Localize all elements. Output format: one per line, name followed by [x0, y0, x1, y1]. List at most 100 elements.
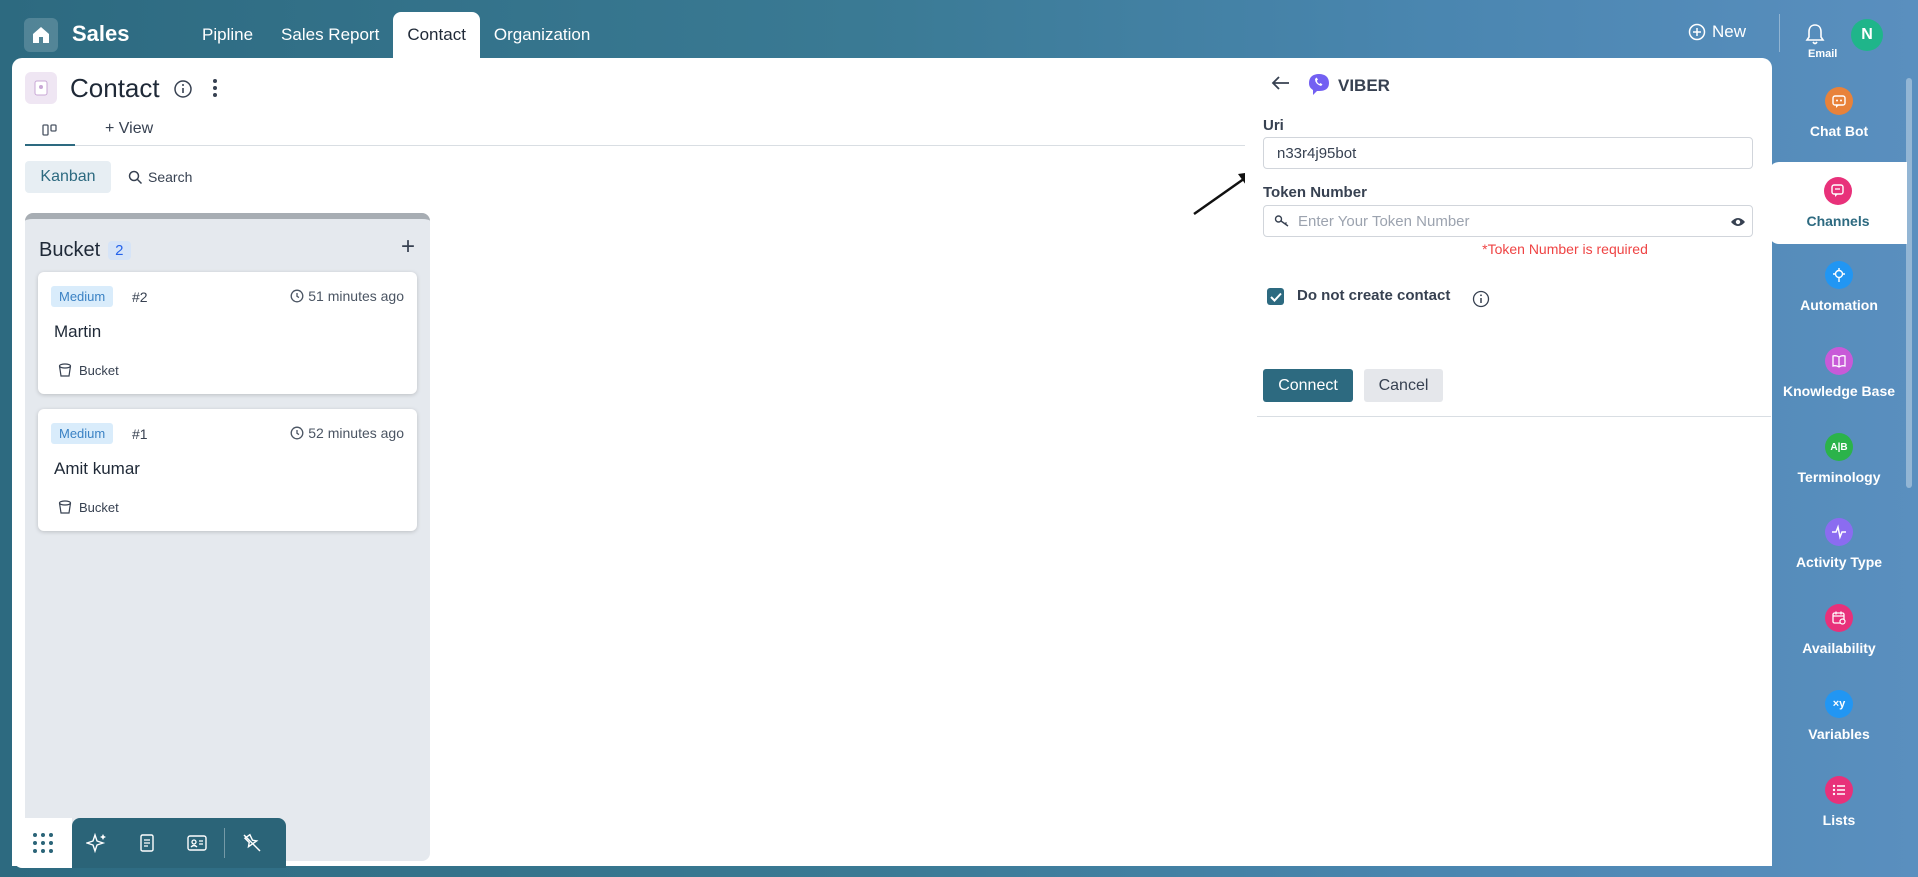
info-icon[interactable] — [173, 79, 193, 104]
priority-badge: Medium — [51, 423, 114, 444]
apps-grid-button[interactable] — [14, 818, 72, 868]
search-button[interactable]: Search — [128, 169, 192, 185]
rail-item-knowledge-base[interactable]: Knowledge Base — [1771, 332, 1907, 414]
user-avatar[interactable]: N — [1851, 19, 1883, 51]
card-bucket-tag: Bucket — [57, 499, 119, 515]
unpin-button[interactable] — [227, 832, 277, 854]
kanban-button[interactable]: Kanban — [25, 161, 111, 193]
toolbar-divider — [224, 828, 225, 858]
panel-title: VIBER — [1338, 76, 1390, 95]
nav-contact[interactable]: Contact — [393, 12, 480, 58]
rail-item-label: Activity Type — [1795, 554, 1883, 570]
rail-item-label: Variables — [1808, 726, 1870, 742]
bucket-header: Bucket 2 — [39, 239, 131, 262]
contact-card-button[interactable] — [172, 834, 222, 852]
rail-item-activity-type[interactable]: Activity Type — [1771, 503, 1907, 585]
notification-button[interactable] — [1804, 22, 1826, 51]
card-time: 51 minutes ago — [290, 288, 404, 304]
cancel-button[interactable]: Cancel — [1364, 369, 1443, 402]
rail-item-lists[interactable]: Lists — [1771, 761, 1907, 843]
document-icon — [140, 834, 154, 852]
panel-divider — [1257, 416, 1771, 417]
nav-organization[interactable]: Organization — [480, 12, 604, 58]
sparkle-icon — [86, 832, 106, 854]
bucket-icon — [58, 500, 72, 514]
bucket-count-badge: 2 — [108, 241, 131, 260]
clock-icon — [290, 289, 304, 303]
rail-item-label: Automation — [1800, 297, 1878, 313]
bucket-icon — [58, 363, 72, 377]
viber-channel-panel: VIBER Uri n33r4j95bot Token Number Enter… — [1245, 58, 1771, 866]
card-contact-name: Martin — [54, 322, 102, 341]
kanban-card[interactable]: Medium #2 51 minutes ago Martin Bucket — [38, 272, 417, 394]
home-button[interactable] — [24, 18, 58, 52]
rail-item-label: Knowledge Base — [1782, 383, 1896, 399]
kanban-view-icon — [42, 124, 57, 136]
card-number: #1 — [132, 426, 148, 442]
rail-item-label: Channels — [1806, 213, 1870, 229]
search-icon — [128, 170, 143, 184]
main-nav: Pipline Sales Report Contact Organizatio… — [188, 12, 604, 58]
rail-item-label: Lists — [1822, 812, 1856, 828]
bottom-toolbar — [14, 818, 286, 868]
card-contact-name: Amit kumar — [54, 459, 140, 478]
key-icon — [1274, 214, 1290, 232]
search-label: Search — [148, 169, 193, 185]
add-card-button[interactable]: + — [401, 233, 415, 261]
more-options-icon[interactable] — [212, 77, 218, 104]
nav-pipline[interactable]: Pipline — [188, 12, 267, 58]
back-arrow-icon — [1271, 76, 1289, 90]
availability-icon — [1825, 604, 1853, 632]
new-button[interactable]: New — [1688, 22, 1746, 42]
token-input[interactable]: Enter Your Token Number — [1263, 205, 1753, 237]
rail-item-availability[interactable]: Availability — [1771, 589, 1907, 671]
token-placeholder: Enter Your Token Number — [1298, 212, 1470, 230]
ai-sparkle-button[interactable] — [72, 832, 122, 854]
connect-button[interactable]: Connect — [1263, 369, 1353, 402]
chat-bot-icon — [1825, 87, 1853, 115]
uri-input[interactable]: n33r4j95bot — [1263, 137, 1753, 169]
add-view-button[interactable]: + View — [105, 120, 153, 138]
clock-icon — [290, 426, 304, 440]
home-icon — [33, 27, 49, 43]
viber-logo-icon — [1307, 72, 1331, 103]
rail-scrollbar-thumb[interactable] — [1906, 78, 1912, 488]
rail-item-terminology[interactable]: A|B Terminology — [1771, 418, 1907, 500]
priority-badge: Medium — [51, 286, 114, 307]
do-not-create-contact-checkbox[interactable] — [1267, 288, 1284, 305]
card-time: 52 minutes ago — [290, 425, 404, 441]
back-button[interactable] — [1271, 75, 1291, 96]
settings-rail: Chat Bot Channels Automation Knowledge B… — [1769, 58, 1918, 866]
rail-scrollbar[interactable] — [1906, 58, 1912, 863]
rail-item-variables[interactable]: ×y Variables — [1771, 675, 1907, 757]
topbar-divider — [1779, 14, 1780, 52]
token-label: Token Number — [1263, 184, 1367, 201]
add-view-label: View — [118, 120, 154, 137]
notes-button[interactable] — [122, 833, 172, 853]
plus-circle-icon — [1688, 23, 1706, 41]
rail-item-automation[interactable]: Automation — [1771, 246, 1907, 328]
card-bucket-tag: Bucket — [57, 362, 119, 378]
eye-icon[interactable] — [1730, 215, 1746, 232]
rail-item-chat-bot[interactable]: Chat Bot — [1771, 72, 1907, 154]
page-title: Contact — [70, 73, 160, 103]
token-error-message: *Token Number is required — [1482, 241, 1648, 257]
channels-icon — [1824, 177, 1852, 205]
rail-item-channels[interactable]: Channels — [1769, 162, 1907, 244]
automation-icon — [1825, 261, 1853, 289]
id-card-icon — [187, 835, 207, 851]
new-button-label: New — [1712, 22, 1747, 41]
contact-page-icon — [25, 72, 57, 104]
kanban-card[interactable]: Medium #1 52 minutes ago Amit kumar Buck… — [38, 409, 417, 531]
checkbox-label: Do not create contact — [1297, 287, 1451, 304]
bell-icon — [1805, 24, 1825, 45]
kanban-view-tab[interactable] — [25, 116, 75, 146]
check-icon — [1269, 292, 1282, 302]
card-number: #2 — [132, 289, 148, 305]
info-icon[interactable] — [1472, 290, 1490, 313]
card-time-text: 52 minutes ago — [308, 425, 404, 441]
plus-icon: + — [105, 120, 119, 137]
nav-sales-report[interactable]: Sales Report — [267, 12, 393, 58]
card-bucket-label: Bucket — [79, 362, 119, 378]
variables-icon: ×y — [1825, 690, 1853, 718]
